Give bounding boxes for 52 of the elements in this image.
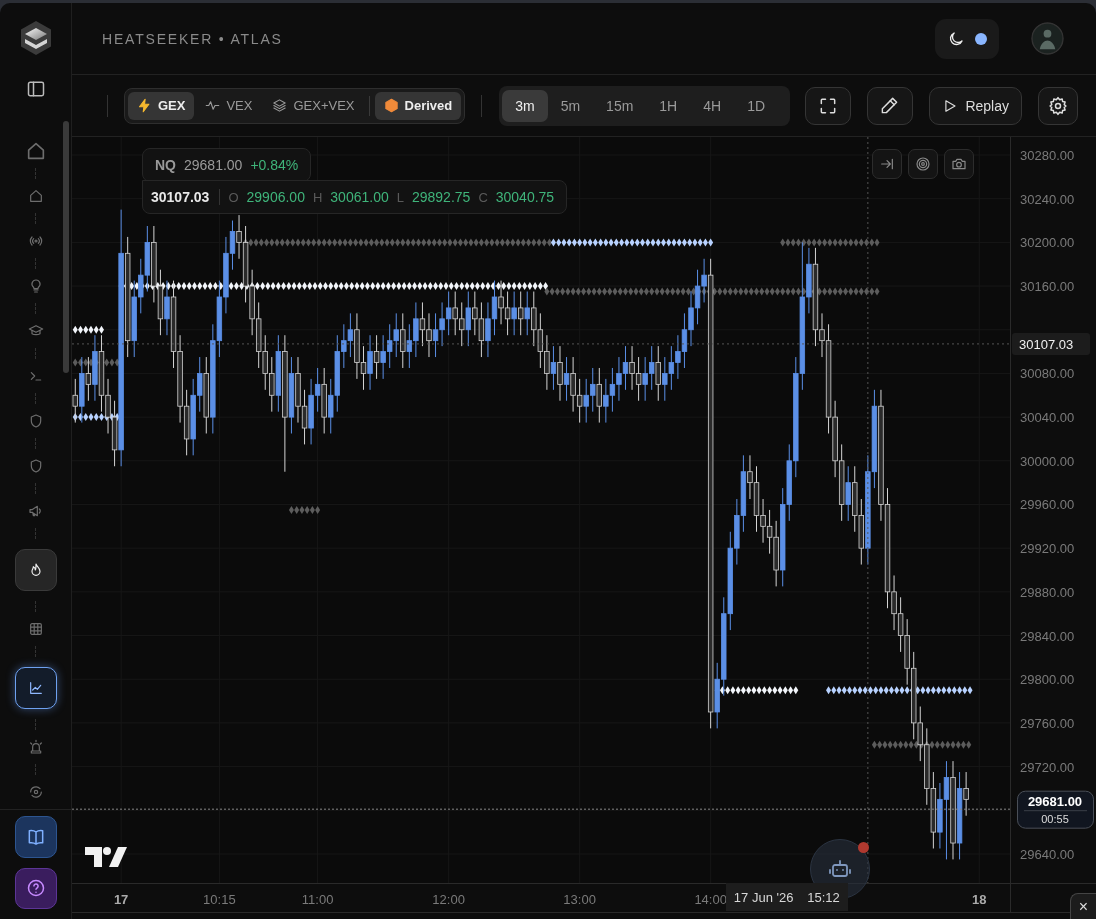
price-tick-label: 29760.00: [1020, 715, 1075, 731]
mode-tab[interactable]: GEX: [127, 91, 195, 120]
app-title: HEATSEEKER • ATLAS: [102, 30, 283, 47]
price-tick-label: 29960.00: [1020, 497, 1075, 513]
price-label: 29681.00: [184, 157, 243, 173]
ohlc-value: 30061.00: [330, 189, 389, 205]
timeframe-tab[interactable]: 4H: [690, 89, 735, 122]
price-tick-label: 29720.00: [1020, 759, 1075, 775]
price-tick-label: 29640.00: [1020, 846, 1075, 862]
price-tick-label: 29800.00: [1020, 672, 1075, 688]
mode-tab[interactable]: GEX+VEX: [263, 91, 364, 120]
price-tick-label: 30280.00: [1020, 148, 1075, 163]
price-tick-label: 29920.00: [1020, 541, 1075, 557]
ohlc-value: 29906.00: [246, 189, 305, 205]
symbol-label: NQ: [155, 157, 176, 173]
replay-button[interactable]: Replay: [928, 86, 1022, 125]
mode-tab[interactable]: VEX: [196, 91, 262, 120]
time-tick-label: 18: [972, 892, 987, 907]
time-tick-label: 14:00: [694, 892, 727, 907]
ohlc-key: C: [478, 189, 488, 205]
price-tick-label: 30160.00: [1020, 279, 1075, 295]
price-tick-label: 29840.00: [1020, 628, 1075, 644]
timeframe-tab[interactable]: 15m: [593, 89, 647, 122]
ohlc-key: L: [396, 189, 404, 205]
ohlc-key: O: [228, 189, 239, 205]
timeframe-tab[interactable]: 1D: [734, 89, 779, 122]
timeframe-tab[interactable]: 3m: [502, 89, 548, 122]
price-tick-label: 30040.00: [1020, 410, 1075, 426]
time-tick-label: 13:00: [563, 892, 596, 907]
timeframe-tab[interactable]: 1H: [646, 89, 691, 122]
price-tick-label: 30080.00: [1020, 366, 1075, 382]
price-tick-label: 29880.00: [1020, 584, 1075, 600]
price-tick-label: 30000.00: [1020, 453, 1075, 469]
ohlc-value: 30040.75: [495, 189, 555, 205]
ref-line-label: 30107.03: [1019, 336, 1074, 352]
time-tick-label: 11:00: [301, 892, 334, 907]
time-tick-label: 10:15: [203, 892, 236, 907]
change-label: +0.84%: [250, 157, 299, 173]
close-button[interactable]: ×: [1070, 893, 1096, 919]
ohlc-key: H: [312, 189, 323, 205]
derived-toggle[interactable]: Derived: [374, 91, 462, 120]
price-tick-label: 30240.00: [1020, 191, 1075, 207]
ohlc-value: 29892.75: [411, 189, 471, 205]
time-tick-label: 17: [113, 892, 129, 907]
price-tick-label: 30200.00: [1020, 235, 1075, 251]
crosshair-time-label: 17 Jun '26 15:12: [725, 883, 848, 911]
last-price-label: 29681.00 00:55: [1017, 790, 1094, 829]
timeframe-tab[interactable]: 5m: [547, 89, 594, 122]
ref-line-label: 29681.00: [1027, 794, 1083, 810]
time-tick-label: 12:00: [432, 892, 465, 907]
crosshair-price-label: 30107.03: [1012, 332, 1090, 355]
crosshair-price: 30107.03: [151, 189, 221, 205]
